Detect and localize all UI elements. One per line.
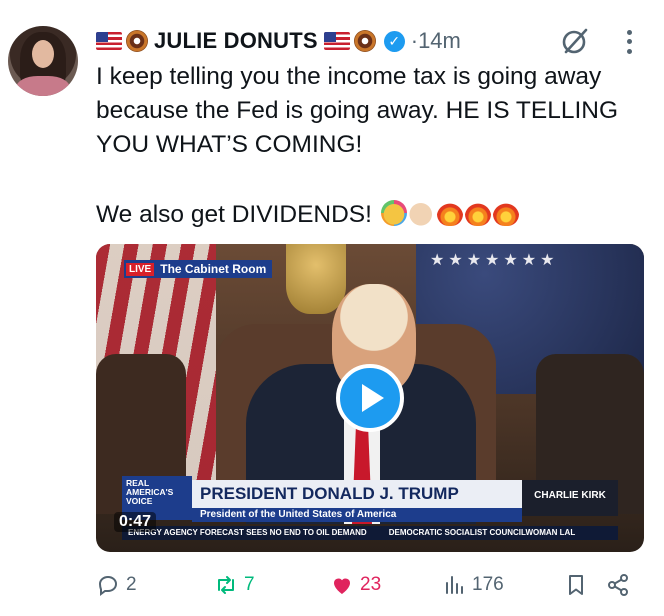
- reply-count: 2: [126, 574, 137, 595]
- like-button[interactable]: 23: [330, 570, 381, 600]
- tweet-header: JULIE DONUTS ✓ ·14m: [96, 26, 461, 56]
- bookmark-button[interactable]: [564, 570, 588, 600]
- like-count: 23: [360, 574, 382, 595]
- grok-icon[interactable]: [560, 26, 590, 56]
- share-button[interactable]: [606, 570, 630, 600]
- news-ticker: ENERGY AGENCY FORECAST SEES NO END TO OI…: [122, 526, 618, 540]
- views-count: 176: [472, 574, 504, 595]
- donut-icon: [353, 30, 376, 52]
- nameplate: PRESIDENT DONALD J. TRUMP: [192, 480, 522, 508]
- views-icon: [446, 576, 463, 594]
- live-tag: LIVE: [126, 262, 155, 276]
- lower-third: REAL AMERICA'S VOICE PRESIDENT DONALD J.…: [122, 476, 618, 528]
- avatar[interactable]: [8, 26, 78, 96]
- gold-ornament: [286, 244, 346, 314]
- tweet-text-line-2: We also get DIVIDENDS!: [96, 198, 519, 232]
- action-bar: 2 7 23 176: [96, 570, 636, 600]
- play-icon[interactable]: [336, 364, 404, 432]
- share-icon: [608, 574, 628, 596]
- us-flag-icon: [323, 32, 350, 50]
- nameplate-subtitle: President of the United States of Americ…: [192, 508, 522, 522]
- avatar-shirt: [16, 76, 70, 96]
- party-face-icon: [380, 200, 407, 226]
- fire-icon: [436, 200, 463, 226]
- us-flag-icon: [96, 32, 122, 50]
- reply-icon: [98, 575, 118, 596]
- repost-button[interactable]: 7: [214, 570, 255, 600]
- heart-icon: [334, 578, 350, 594]
- tweet-text: I keep telling you the income tax is goi…: [96, 63, 619, 158]
- ticker-item: DEMOCRATIC SOCIALIST COUNCILWOMAN LAL: [388, 528, 576, 537]
- ticker-item: ENERGY AGENCY FORECAST SEES NO END TO OI…: [128, 528, 367, 537]
- location-label: The Cabinet Room: [160, 262, 267, 276]
- bookmark-icon: [569, 575, 583, 595]
- video-duration: 0:47: [114, 512, 157, 532]
- views-button[interactable]: 176: [442, 570, 504, 600]
- reply-button[interactable]: 2: [96, 570, 137, 600]
- repost-icon: [218, 576, 234, 594]
- repost-count: 7: [244, 574, 255, 595]
- clapping-hands-icon: [408, 200, 435, 226]
- show-logo: CHARLIE KIRK: [522, 480, 618, 516]
- donut-icon: [126, 30, 148, 52]
- tweet-timestamp[interactable]: ·14m: [411, 28, 461, 54]
- video-player[interactable]: ★★★★★★★ LIVE The Cabinet Room REAL AMERI…: [96, 244, 644, 552]
- verified-badge-icon: ✓: [383, 30, 405, 52]
- tweet-text-dividends: We also get DIVIDENDS!: [96, 201, 372, 228]
- author-name[interactable]: JULIE DONUTS: [154, 28, 318, 54]
- live-banner: LIVE The Cabinet Room: [124, 260, 273, 278]
- fire-icon: [464, 200, 491, 226]
- fire-icon: [492, 200, 519, 226]
- avatar-face: [32, 40, 54, 68]
- more-options-icon[interactable]: [622, 28, 636, 56]
